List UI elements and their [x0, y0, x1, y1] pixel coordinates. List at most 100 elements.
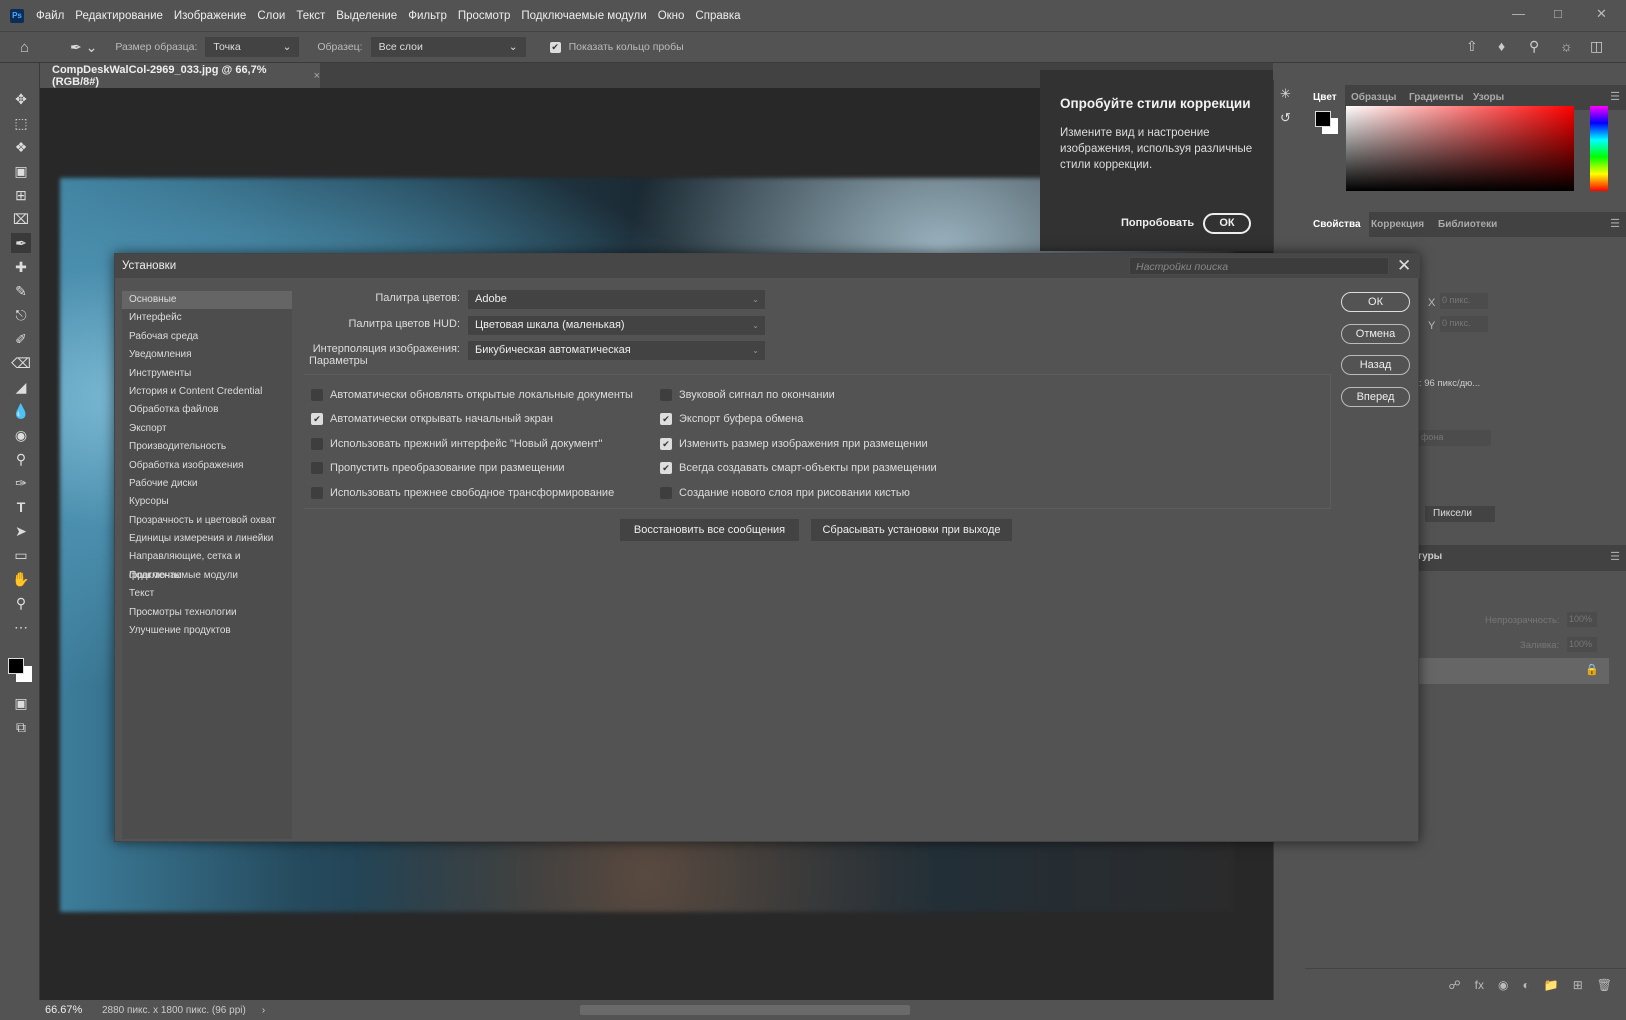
stamp-tool-icon[interactable]: ⎋	[11, 305, 31, 325]
option-auto-update-docs[interactable]: Автоматически обновлять открытые локальн…	[311, 389, 633, 401]
fx-icon[interactable]: fx	[1475, 978, 1484, 992]
sidebar-item-file-handling[interactable]: Обработка файлов	[122, 401, 292, 419]
pen-tool-icon[interactable]: ✑	[11, 473, 31, 493]
sidebar-item-scratch-disks[interactable]: Рабочие диски	[122, 475, 292, 493]
checkbox[interactable]	[311, 438, 323, 450]
x-field[interactable]: 0 пикс.	[1440, 293, 1488, 309]
marquee-tool-icon[interactable]: ⬚	[11, 113, 31, 133]
hand-tool-icon[interactable]: ✋	[11, 569, 31, 589]
sidebar-item-plugins[interactable]: Подключаемые модули	[122, 567, 292, 585]
adjustment-layer-icon[interactable]: ◐	[1523, 978, 1530, 992]
menu-file[interactable]: Файл	[36, 10, 64, 22]
document-tab[interactable]: CompDeskWalCol-2969_033.jpg @ 66,7% (RGB…	[40, 63, 320, 88]
checkbox[interactable]	[311, 487, 323, 499]
type-tool-icon[interactable]: T	[11, 497, 31, 517]
tab-adjustments[interactable]: Коррекция	[1363, 212, 1432, 237]
eyedropper-icon[interactable]: ✒ ⌄	[70, 39, 97, 56]
frame-tool-icon[interactable]: ⌧	[11, 209, 31, 229]
mask-icon[interactable]: ◉	[1498, 978, 1508, 992]
layer-row[interactable]: 🔒	[1417, 658, 1609, 684]
history-brush-tool-icon[interactable]: ✐	[11, 329, 31, 349]
rectangle-tool-icon[interactable]: ▭	[11, 545, 31, 565]
option-smart-objects[interactable]: ✔ Всегда создавать смарт-объекты при разм…	[660, 462, 937, 474]
sidebar-item-general[interactable]: Основные	[122, 291, 292, 310]
color-field[interactable]	[1346, 106, 1574, 191]
sidebar-item-performance[interactable]: Производительность	[122, 438, 292, 456]
menu-view[interactable]: Просмотр	[458, 10, 511, 22]
checkbox[interactable]: ✔	[660, 438, 672, 450]
eyedropper-tool-icon[interactable]: ✒	[11, 233, 31, 253]
tab-color[interactable]: Цвет	[1305, 85, 1345, 110]
trash-icon[interactable]: 🗑	[1597, 978, 1612, 992]
reset-on-quit-button[interactable]: Сбрасывать установки при выходе	[811, 519, 1012, 541]
foreground-color-swatch[interactable]	[8, 658, 24, 674]
preferences-search-input[interactable]: Настройки поиска	[1129, 257, 1389, 275]
menu-filter[interactable]: Фильтр	[408, 10, 447, 22]
option-beep-when-done[interactable]: Звуковой сигнал по окончании	[660, 389, 835, 401]
tab-paths[interactable]: туры	[1417, 551, 1442, 562]
checkbox[interactable]: ✔	[311, 413, 323, 425]
checkbox[interactable]	[660, 487, 672, 499]
checkbox[interactable]: ✔	[660, 413, 672, 425]
option-resize-on-place[interactable]: ✔ Изменить размер изображения при размеще…	[660, 438, 928, 450]
option-auto-show-home[interactable]: ✔ Автоматически открывать начальный экран	[311, 413, 553, 425]
move-tool-icon[interactable]: ✥	[11, 89, 31, 109]
show-ring-checkbox[interactable]: ✔	[549, 41, 561, 53]
eraser-tool-icon[interactable]: ⌫	[11, 353, 31, 373]
lightbulb-icon[interactable]: ☼	[1560, 38, 1573, 54]
zoom-level[interactable]: 66.67%	[40, 1004, 98, 1016]
discover-icon[interactable]: ✳	[1280, 86, 1291, 102]
workspace-icon[interactable]: ◫	[1590, 38, 1603, 55]
sidebar-item-history[interactable]: История и Content Credential	[122, 383, 292, 401]
zoom-lens-tool-icon[interactable]: ⚲	[11, 449, 31, 469]
checkbox[interactable]	[660, 389, 672, 401]
checkbox[interactable]: ✔	[660, 462, 672, 474]
tab-properties[interactable]: Свойства	[1305, 212, 1369, 237]
units-select[interactable]: Пиксели	[1425, 506, 1495, 522]
fill-field[interactable]: 100%	[1567, 637, 1597, 652]
checkbox[interactable]	[311, 389, 323, 401]
hud-color-picker-select[interactable]: Цветовая шкала (маленькая) ⌄	[468, 316, 765, 335]
sidebar-item-units[interactable]: Единицы измерения и линейки	[122, 530, 292, 548]
option-export-clipboard[interactable]: ✔ Экспорт буфера обмена	[660, 413, 803, 425]
path-select-tool-icon[interactable]: ➤	[11, 521, 31, 541]
crop-tool-icon[interactable]: ⊞	[11, 185, 31, 205]
sidebar-item-interface[interactable]: Интерфейс	[122, 309, 292, 327]
back-button[interactable]: Назад	[1341, 355, 1410, 375]
y-field[interactable]: 0 пикс.	[1440, 316, 1488, 332]
option-legacy-free-transform[interactable]: Использовать прежнее свободное трансформ…	[311, 487, 614, 499]
close-icon[interactable]: ✕	[1397, 254, 1411, 278]
close-tab-icon[interactable]: ×	[314, 70, 320, 82]
checkbox[interactable]	[311, 462, 323, 474]
opacity-field[interactable]: 100%	[1567, 612, 1597, 627]
healing-tool-icon[interactable]: ✚	[11, 257, 31, 277]
gradient-tool-icon[interactable]: ◢	[11, 377, 31, 397]
horizontal-scrollbar[interactable]	[580, 1005, 910, 1015]
menu-layers[interactable]: Слои	[257, 10, 285, 22]
interpolation-select[interactable]: Бикубическая автоматическая ⌄	[468, 341, 765, 360]
sidebar-item-workspace[interactable]: Рабочая среда	[122, 328, 292, 346]
sidebar-item-guides[interactable]: Направляющие, сетка и фрагменты	[122, 548, 292, 580]
blur-tool-icon[interactable]: 💧	[11, 401, 31, 421]
minimize-icon[interactable]: —	[1512, 6, 1525, 21]
share-icon[interactable]: ⇧	[1466, 38, 1478, 55]
sidebar-item-notifications[interactable]: Уведомления	[122, 346, 292, 364]
sidebar-item-image-processing[interactable]: Обработка изображения	[122, 457, 292, 475]
menu-edit[interactable]: Редактирование	[75, 10, 163, 22]
new-layer-icon[interactable]: ⊞	[1573, 978, 1583, 992]
status-menu-arrow-icon[interactable]: ›	[262, 1005, 265, 1016]
link-icon[interactable]: ☍	[1449, 978, 1461, 992]
object-select-tool-icon[interactable]: ▣	[11, 161, 31, 181]
sidebar-item-export[interactable]: Экспорт	[122, 420, 292, 438]
panel-menu-icon[interactable]: ☰	[1610, 550, 1620, 563]
zoom-tool-icon[interactable]: ⚲	[11, 593, 31, 613]
menu-window[interactable]: Окно	[658, 10, 685, 22]
bell-icon[interactable]: ♦	[1498, 38, 1505, 54]
sample-size-select[interactable]: Точка ⌄	[205, 37, 300, 57]
lasso-tool-icon[interactable]: ❖	[11, 137, 31, 157]
tip-try-link[interactable]: Попробовать	[1121, 217, 1194, 229]
forward-button[interactable]: Вперед	[1341, 387, 1410, 407]
more-tools-icon[interactable]: ⋯	[11, 617, 31, 637]
option-legacy-new-document[interactable]: Использовать прежний интерфейс "Новый до…	[311, 438, 602, 450]
panel-menu-icon[interactable]: ☰	[1610, 90, 1620, 103]
